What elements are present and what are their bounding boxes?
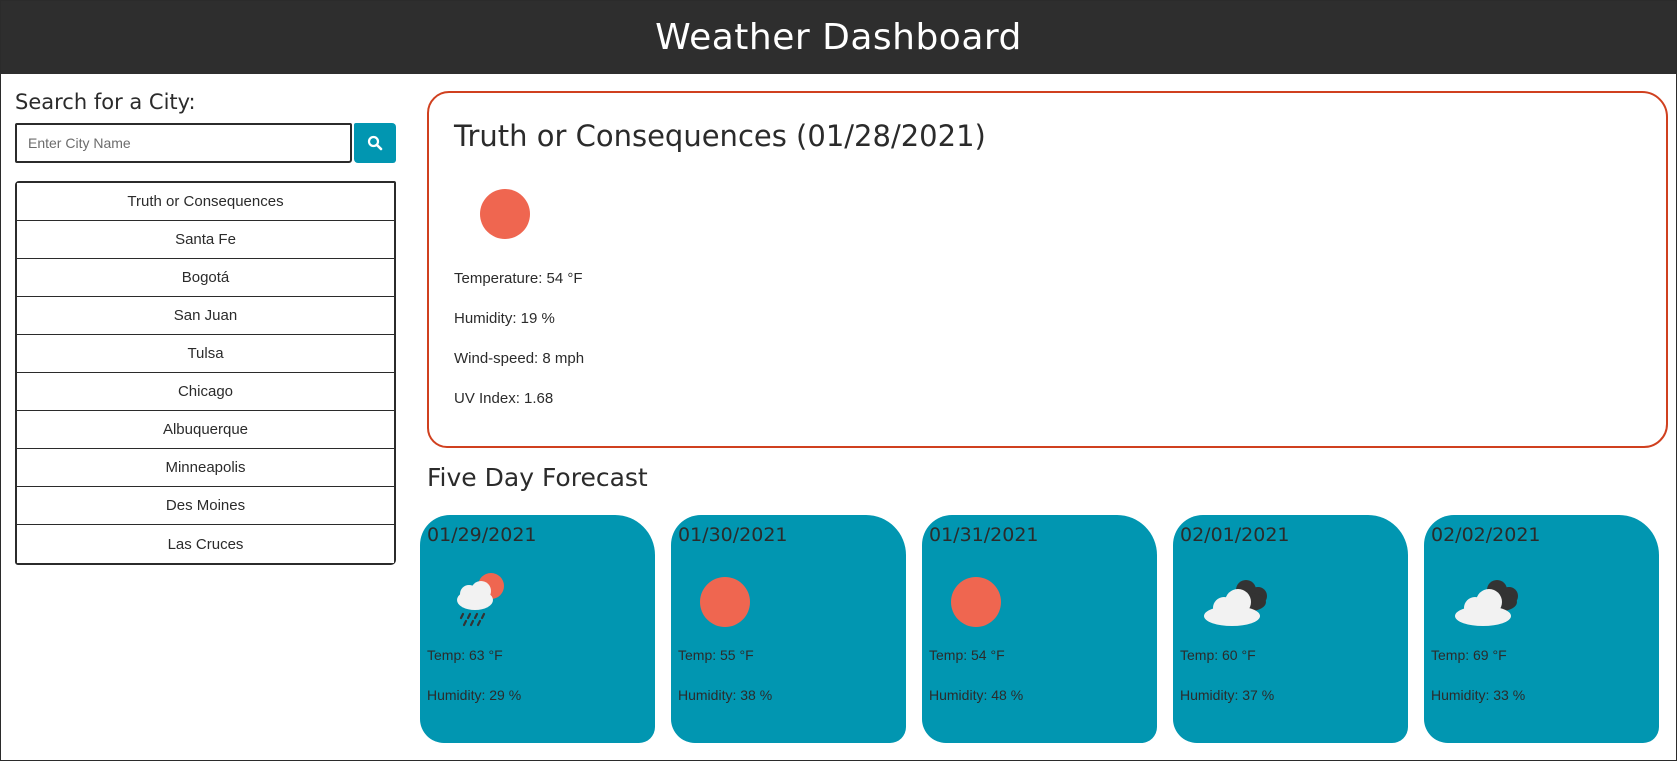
forecast-card: 01/29/2021 Temp: 63 °F Humidity: 29 %: [420, 515, 655, 743]
sun-icon: [700, 572, 770, 628]
sun-rain-cloud-icon: [449, 572, 519, 628]
current-stats: Temperature: 54 °F Humidity: 19 % Wind-s…: [454, 259, 1641, 419]
search-history-list: Truth or Consequences Santa Fe Bogotá Sa…: [15, 181, 396, 565]
forecast-card: 02/02/2021 Temp: 69 °F Humidity: 33 %: [1424, 515, 1659, 743]
forecast-stats: Temp: 69 °F Humidity: 33 %: [1431, 635, 1525, 715]
forecast-date: 01/30/2021: [678, 524, 788, 546]
broken-clouds-icon: [1453, 572, 1523, 628]
forecast-heading: Five Day Forecast: [427, 463, 648, 492]
app-header: Weather Dashboard: [1, 1, 1676, 74]
forecast-stats: Temp: 63 °F Humidity: 29 %: [427, 635, 521, 715]
forecast-temp: Temp: 55 °F: [678, 647, 754, 663]
forecast-temp: Temp: 69 °F: [1431, 647, 1507, 663]
forecast-date: 02/01/2021: [1180, 524, 1290, 546]
search-button[interactable]: [354, 123, 396, 163]
current-wind-speed: Wind-speed: 8 mph: [454, 350, 585, 367]
forecast-date: 01/31/2021: [929, 524, 1039, 546]
forecast-card: 01/30/2021 Temp: 55 °F Humidity: 38 %: [671, 515, 906, 743]
page: Weather Dashboard Search for a City: Tru…: [0, 0, 1677, 761]
forecast-stats: Temp: 60 °F Humidity: 37 %: [1180, 635, 1274, 715]
forecast-temp: Temp: 54 °F: [929, 647, 1005, 663]
current-weather-card: Truth or Consequences (01/28/2021) Tempe…: [427, 91, 1668, 448]
history-item[interactable]: Truth or Consequences: [17, 183, 394, 221]
forecast-card: 02/01/2021 Temp: 60 °F Humidity: 37 %: [1173, 515, 1408, 743]
history-item[interactable]: Des Moines: [17, 487, 394, 525]
forecast-temp: Temp: 60 °F: [1180, 647, 1256, 663]
forecast-row: 01/29/2021 Temp: 63 °F Humidity: 29 % 01…: [420, 515, 1659, 743]
current-city-title: Truth or Consequences (01/28/2021): [454, 119, 986, 153]
city-search-input[interactable]: [15, 123, 352, 163]
forecast-temp: Temp: 63 °F: [427, 647, 503, 663]
history-item[interactable]: Santa Fe: [17, 221, 394, 259]
history-item[interactable]: Tulsa: [17, 335, 394, 373]
forecast-stats: Temp: 54 °F Humidity: 48 %: [929, 635, 1023, 715]
forecast-date: 01/29/2021: [427, 524, 537, 546]
forecast-humidity: Humidity: 38 %: [678, 687, 773, 703]
page-title: Weather Dashboard: [655, 17, 1022, 58]
forecast-card: 01/31/2021 Temp: 54 °F Humidity: 48 %: [922, 515, 1157, 743]
current-humidity: Humidity: 19 %: [454, 310, 555, 327]
sun-icon: [951, 572, 1021, 628]
history-item[interactable]: San Juan: [17, 297, 394, 335]
forecast-humidity: Humidity: 29 %: [427, 687, 522, 703]
broken-clouds-icon: [1202, 572, 1272, 628]
forecast-date: 02/02/2021: [1431, 524, 1541, 546]
search-row: [15, 123, 396, 163]
search-heading: Search for a City:: [15, 90, 196, 114]
search-icon: [367, 135, 383, 151]
forecast-stats: Temp: 55 °F Humidity: 38 %: [678, 635, 772, 715]
history-item[interactable]: Chicago: [17, 373, 394, 411]
current-temperature: Temperature: 54 °F: [454, 270, 583, 287]
sun-icon: [480, 189, 530, 239]
forecast-humidity: Humidity: 33 %: [1431, 687, 1526, 703]
history-item[interactable]: Bogotá: [17, 259, 394, 297]
history-item[interactable]: Albuquerque: [17, 411, 394, 449]
history-item[interactable]: Minneapolis: [17, 449, 394, 487]
current-uv-index: UV Index: 1.68: [454, 390, 554, 407]
history-item[interactable]: Las Cruces: [17, 525, 394, 563]
forecast-humidity: Humidity: 37 %: [1180, 687, 1275, 703]
forecast-humidity: Humidity: 48 %: [929, 687, 1024, 703]
sidebar: Search for a City: Truth or Consequences…: [15, 90, 396, 565]
